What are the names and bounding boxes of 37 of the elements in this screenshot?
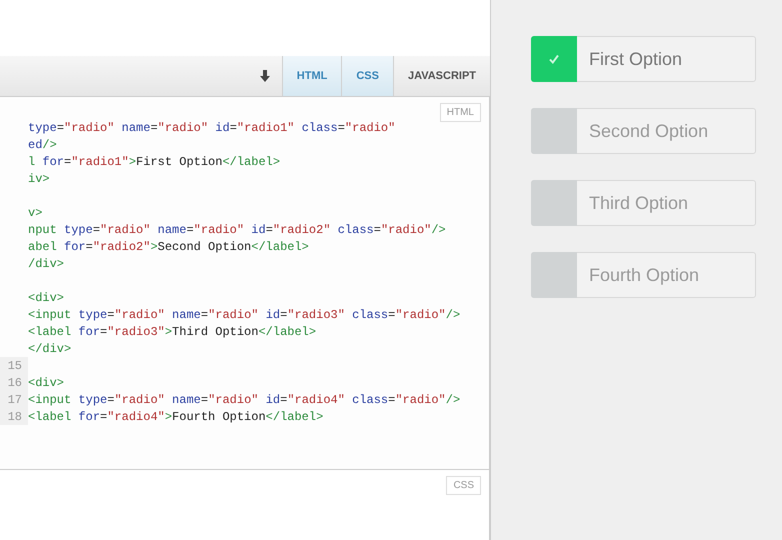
code-line: <input type="radio" name="radio" id="radio3" class="radio"/> bbox=[28, 308, 460, 322]
option-card[interactable]: First Option bbox=[531, 36, 756, 82]
option-label: Fourth Option bbox=[588, 264, 700, 286]
pane-label: HTML bbox=[440, 103, 481, 122]
code-line: type="radio" name="radio" id="radio1" class="radio" bbox=[28, 120, 396, 134]
code-line: </div> bbox=[28, 342, 72, 356]
download-arrow-icon[interactable] bbox=[260, 70, 270, 82]
code-line: /div> bbox=[28, 256, 64, 270]
pane-label: CSS bbox=[446, 476, 481, 495]
line-number: 17 bbox=[0, 391, 28, 408]
checkmark-icon bbox=[548, 53, 560, 65]
code-line: nput type="radio" name="radio" id="radio2" class="radio"/> bbox=[28, 222, 446, 236]
option-label: Third Option bbox=[588, 192, 688, 214]
checkbox[interactable] bbox=[531, 180, 577, 226]
line-number: 18 bbox=[0, 408, 28, 425]
code-line: abel for="radio2">Second Option</label> bbox=[28, 240, 309, 254]
checkbox[interactable] bbox=[531, 252, 577, 298]
code-line: <div> bbox=[28, 290, 64, 304]
code-line: <div> bbox=[28, 376, 64, 390]
editor-tab[interactable]: CSS bbox=[341, 56, 393, 96]
option-card[interactable]: Fourth Option bbox=[531, 252, 756, 298]
option-card[interactable]: Second Option bbox=[531, 108, 756, 154]
code-line: l for="radio1">First Option</label> bbox=[28, 154, 280, 168]
option-label: First Option bbox=[588, 48, 682, 70]
code-line: v> bbox=[28, 206, 42, 220]
checkbox[interactable] bbox=[531, 36, 577, 82]
option-card[interactable]: Third Option bbox=[531, 180, 756, 226]
line-number: 15 bbox=[0, 357, 28, 374]
code-line: <input type="radio" name="radio" id="radio4" class="radio"/> bbox=[28, 392, 460, 406]
option-label: Second Option bbox=[588, 120, 708, 142]
code-line: iv> bbox=[28, 172, 50, 186]
editor-tab[interactable]: HTML bbox=[282, 56, 342, 96]
code-line: <label for="radio4">Fourth Option</label> bbox=[28, 410, 324, 424]
line-number: 16 bbox=[0, 374, 28, 391]
code-line: <label for="radio3">Third Option</label> bbox=[28, 324, 316, 338]
code-line: ed/> bbox=[28, 138, 57, 152]
checkbox[interactable] bbox=[531, 108, 577, 154]
